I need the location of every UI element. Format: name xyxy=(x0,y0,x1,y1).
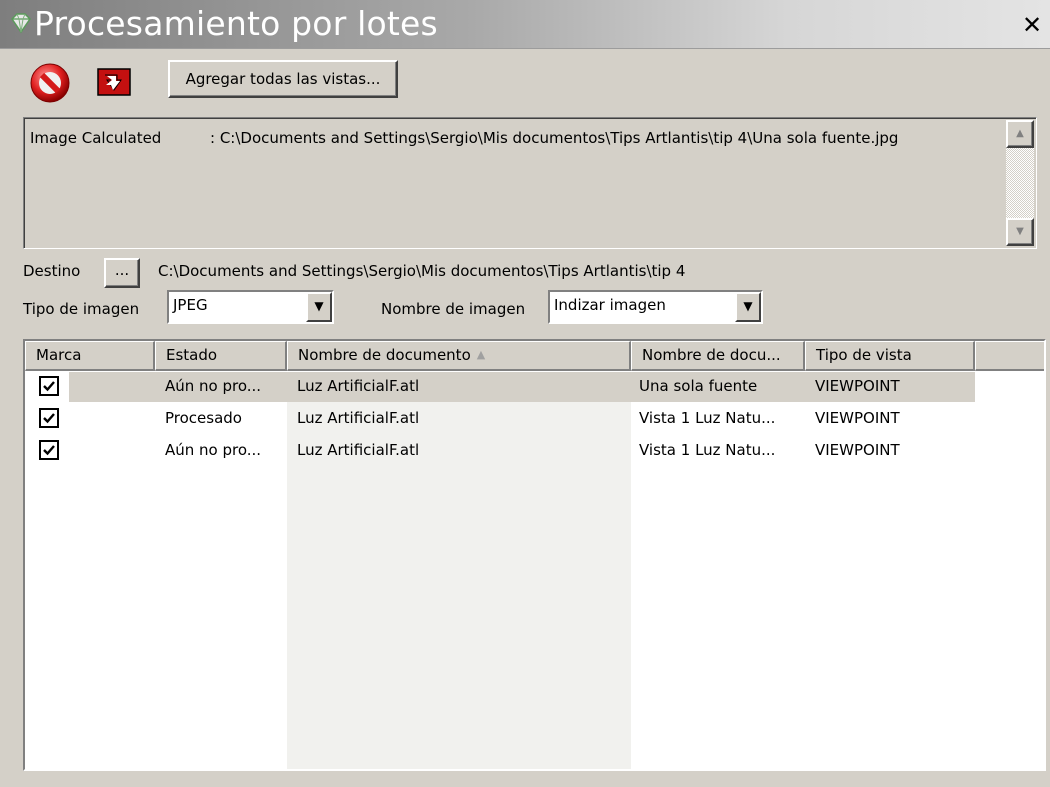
title-bar[interactable]: Procesamiento por lotes ✕ xyxy=(0,0,1050,49)
cell-tipo: VIEWPOINT xyxy=(815,377,900,395)
row-checkbox[interactable] xyxy=(39,440,59,460)
chevron-down-icon[interactable]: ▼ xyxy=(735,292,761,322)
destination-label: Destino xyxy=(23,262,81,280)
column-header-marca[interactable]: Marca xyxy=(25,341,155,371)
checkmark-icon xyxy=(43,413,55,424)
batch-list[interactable]: Marca Estado Nombre de documento ▲ Nombre… xyxy=(23,339,1046,771)
column-header-nombre-vista[interactable]: Nombre de docu... xyxy=(631,341,805,371)
column-header-estado[interactable]: Estado xyxy=(155,341,287,371)
gem-icon xyxy=(11,13,31,34)
add-all-views-button[interactable]: Agregar todas las vistas... xyxy=(168,60,398,98)
browse-destination-button[interactable]: ... xyxy=(104,258,140,288)
cell-estado: Aún no pro... xyxy=(165,377,262,395)
cell-documento: Luz ArtificialF.atl xyxy=(297,441,420,459)
destination-path: C:\Documents and Settings\Sergio\Mis doc… xyxy=(158,262,686,280)
table-row[interactable]: Aún no pro... Luz ArtificialF.atl Una sola… xyxy=(25,371,1044,403)
checkmark-icon xyxy=(43,381,55,392)
cell-documento: Luz ArtificialF.atl xyxy=(297,377,420,395)
row-checkbox[interactable] xyxy=(39,408,59,428)
column-header-nombre-documento[interactable]: Nombre de documento ▲ xyxy=(287,341,631,371)
scroll-up-icon[interactable]: ▲ xyxy=(1006,120,1034,148)
checkmark-icon xyxy=(43,445,55,456)
window-title: Procesamiento por lotes xyxy=(34,4,438,43)
image-name-value: Indizar imagen xyxy=(554,296,666,314)
cell-vista: Vista 1 Luz Natu... xyxy=(639,441,776,459)
log-scrollbar[interactable]: ▲ ▼ xyxy=(1006,120,1034,246)
cell-vista: Vista 1 Luz Natu... xyxy=(639,409,776,427)
sort-ascending-icon: ▲ xyxy=(476,348,486,361)
cell-estado: Aún no pro... xyxy=(165,441,262,459)
table-row[interactable]: Procesado Luz ArtificialF.atl Vista 1 Luz … xyxy=(25,403,1044,435)
cell-estado: Procesado xyxy=(165,409,242,427)
image-type-value: JPEG xyxy=(173,296,208,314)
image-name-select[interactable]: Indizar imagen ▼ xyxy=(548,290,763,324)
list-header: Marca Estado Nombre de documento ▲ Nombre… xyxy=(25,341,1044,371)
row-checkbox[interactable] xyxy=(39,376,59,396)
cell-tipo: VIEWPOINT xyxy=(815,409,900,427)
image-type-label: Tipo de imagen xyxy=(23,300,140,318)
stop-icon[interactable] xyxy=(28,61,72,105)
cell-documento: Luz ArtificialF.atl xyxy=(297,409,420,427)
close-icon: ✕ xyxy=(1021,11,1043,39)
log-panel[interactable]: Image Calculated : C:\Documents and Sett… xyxy=(23,117,1037,249)
log-value: : C:\Documents and Settings\Sergio\Mis d… xyxy=(210,129,899,147)
scroll-down-icon[interactable]: ▼ xyxy=(1006,218,1034,246)
cell-tipo: VIEWPOINT xyxy=(815,441,900,459)
close-button[interactable]: ✕ xyxy=(1020,11,1044,39)
render-icon[interactable] xyxy=(95,66,133,98)
image-type-select[interactable]: JPEG ▼ xyxy=(167,290,334,324)
cell-vista: Una sola fuente xyxy=(639,377,758,395)
log-label: Image Calculated xyxy=(30,129,162,147)
table-row[interactable]: Aún no pro... Luz ArtificialF.atl Vista 1 … xyxy=(25,435,1044,467)
image-name-label: Nombre de imagen xyxy=(381,300,526,318)
column-header-filler xyxy=(975,341,1044,371)
column-header-tipo-vista[interactable]: Tipo de vista xyxy=(805,341,975,371)
chevron-down-icon[interactable]: ▼ xyxy=(306,292,332,322)
